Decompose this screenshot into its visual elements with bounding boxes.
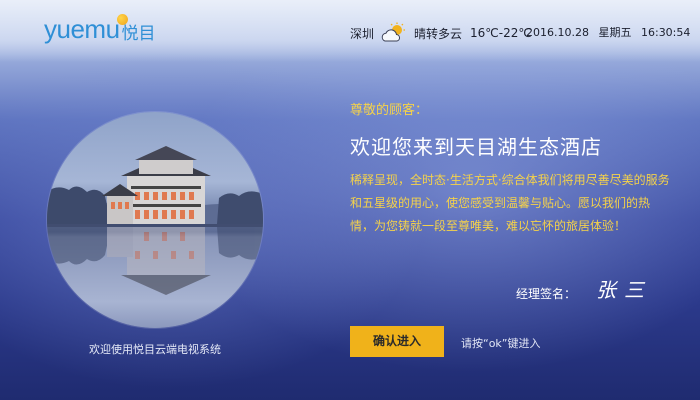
signature-label: 经理签名：	[516, 287, 577, 301]
weather-condition: 晴转多云	[414, 26, 463, 41]
weekday-text: 星期五	[598, 26, 632, 39]
manager-signature: 张三	[596, 278, 652, 302]
weather-widget: 深圳 晴转多云 16℃-22℃	[350, 22, 532, 44]
time-text: 16:30:54	[640, 26, 691, 39]
partly-cloudy-icon	[381, 22, 406, 42]
temperature: 16℃-22℃	[470, 26, 532, 40]
page-title: 欢迎您来到天目湖生态酒店	[350, 135, 602, 159]
city-label: 深圳	[350, 26, 375, 41]
date-text: 2016.10.28	[526, 26, 589, 39]
datetime: 2016.10.28 星期五 16:30:54	[526, 24, 690, 40]
welcome-message: 稀释呈现，全时态·生活方式·综合体我们将用尽善尽美的服务和五星级的用心，使您感受…	[350, 173, 670, 233]
logo-dot-icon	[117, 14, 128, 25]
ok-key-hint: 请按“ok”键进入	[461, 337, 541, 350]
top-bar: yuemu 悦目 深圳 晴转多云 16℃-22℃ 2016.10.28 星期五 …	[0, 0, 700, 62]
greeting: 尊敬的顾客：	[350, 103, 429, 118]
logo: yuemu 悦目	[44, 14, 156, 45]
confirm-enter-button[interactable]: 确认进入	[350, 326, 444, 357]
logo-text: yuemu	[44, 14, 120, 44]
hotel-photo	[47, 112, 263, 328]
welcome-system-text: 欢迎使用悦目云端电视系统	[89, 343, 221, 356]
